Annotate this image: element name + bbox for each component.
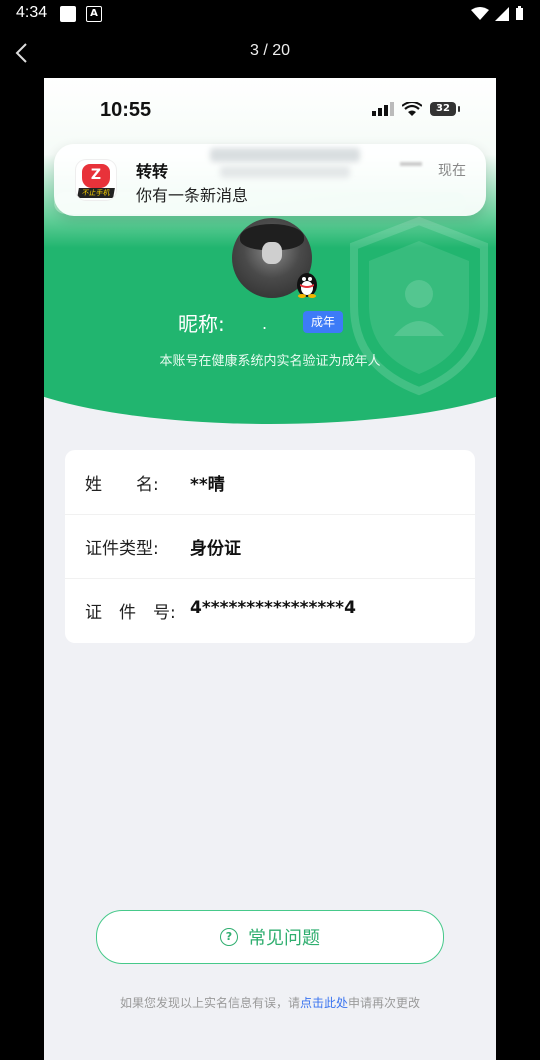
status-icons xyxy=(471,6,524,21)
info-row-id-type: 证件类型: 身份证 xyxy=(65,514,475,579)
notification-message: 你有一条新消息 xyxy=(136,186,249,205)
verification-text: 本账号在健康系统内实名验证为成年人 xyxy=(159,354,381,369)
status-time: 4:34 xyxy=(16,4,48,21)
notification-app-name: 转转 xyxy=(136,162,169,181)
zhuanzhuan-app-icon: 不止手机 xyxy=(76,160,116,200)
row-label: 证件类型: xyxy=(85,539,159,559)
faq-button-label: 常见问题 xyxy=(248,928,320,949)
row-value: 身份证 xyxy=(190,539,241,559)
blurred-text xyxy=(220,166,350,178)
info-row-name: 姓 名: **晴 xyxy=(65,450,475,515)
real-name-info-card: 姓 名: **晴 证件类型: 身份证 证 件 号: 4*************… xyxy=(65,450,475,643)
battery-icon xyxy=(516,6,523,20)
avatar-face xyxy=(262,242,282,264)
wifi-icon xyxy=(402,102,422,116)
ios-status-icons: 32 xyxy=(372,102,460,116)
screenshot-image: 10:55 32 不止手机 转转 你有一条新消息 xyxy=(44,78,496,1060)
footer-suffix: 申请再次更改 xyxy=(348,996,421,1010)
nickname-value: . xyxy=(262,314,268,333)
android-status-bar: 4:34 A xyxy=(0,0,540,28)
blurred-text xyxy=(400,162,422,166)
push-notification[interactable]: 不止手机 转转 你有一条新消息 现在 xyxy=(54,144,486,216)
battery-indicator: 32 xyxy=(430,102,460,116)
row-label: 姓 名: xyxy=(85,475,159,495)
info-row-id-number: 证 件 号: 4****************4 xyxy=(65,578,475,642)
row-value: 4****************4 xyxy=(190,598,356,618)
image-counter: 3 / 20 xyxy=(249,42,291,59)
row-value: **晴 xyxy=(190,475,225,495)
viewer-top-bar: 3 / 20 xyxy=(0,28,540,78)
faq-button[interactable]: ? 常见问题 xyxy=(96,910,444,964)
click-here-link[interactable]: 点击此处 xyxy=(300,996,348,1010)
ios-status-bar: 10:55 32 xyxy=(44,96,496,126)
qq-penguin-icon xyxy=(297,273,317,298)
signal-icon xyxy=(495,6,509,21)
shield-watermark-icon xyxy=(350,216,488,396)
blurred-text xyxy=(210,148,360,162)
nickname-label: 昵称: xyxy=(178,312,225,336)
adult-badge: 成年 xyxy=(303,311,343,333)
footer-prefix: 如果您发现以上实名信息有误，请 xyxy=(119,996,300,1010)
app-icon-tag: 不止手机 xyxy=(77,188,115,198)
footer-note: 如果您发现以上实名信息有误，请点击此处申请再次更改 xyxy=(44,994,496,1011)
app-logo xyxy=(82,164,110,188)
question-icon: ? xyxy=(220,928,238,946)
wifi-icon xyxy=(471,6,489,20)
ios-time: 10:55 xyxy=(100,99,152,121)
row-label: 证 件 号: xyxy=(85,603,176,623)
a-notification-icon: A xyxy=(86,6,102,22)
notification-square-icon xyxy=(60,6,76,22)
cellular-icon xyxy=(372,102,394,116)
notification-time: 现在 xyxy=(438,163,466,179)
